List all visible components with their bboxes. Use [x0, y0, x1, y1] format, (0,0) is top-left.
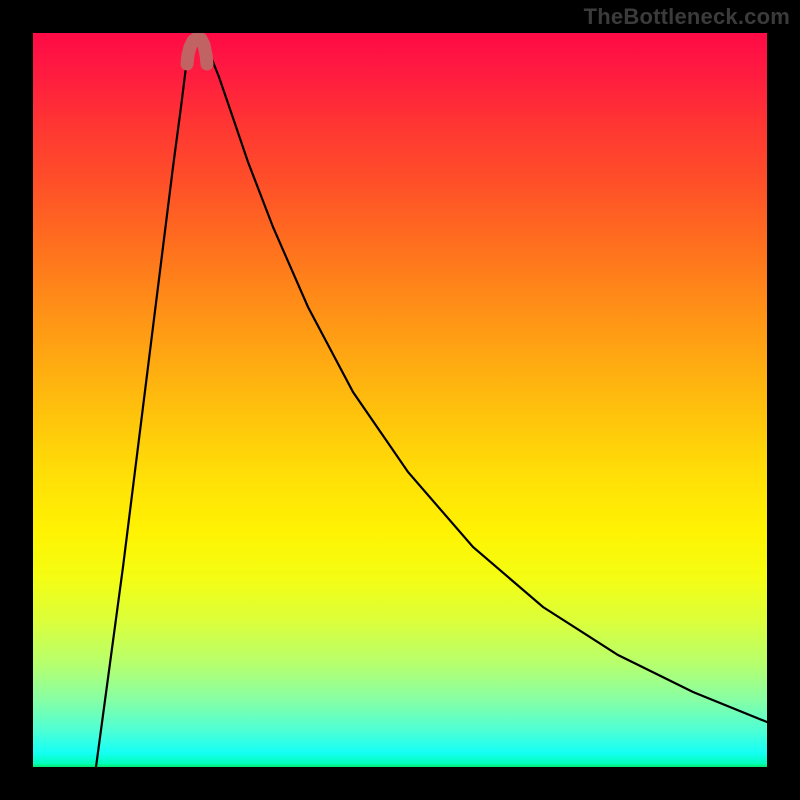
chart-plot-area — [33, 33, 767, 767]
watermark-text: TheBottleneck.com — [584, 4, 790, 30]
